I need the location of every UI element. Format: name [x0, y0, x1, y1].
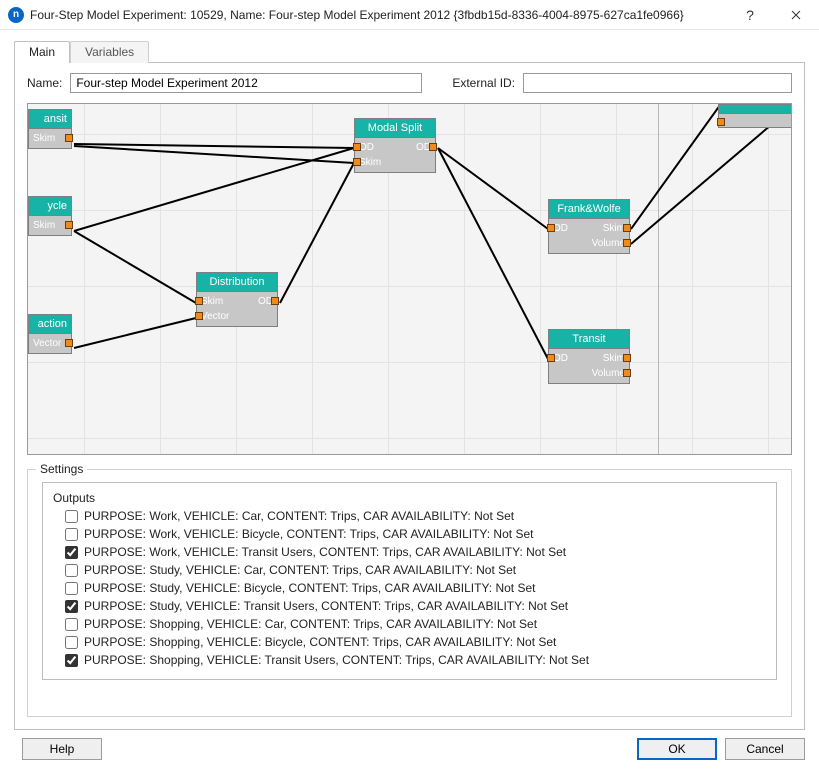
settings-legend: Settings	[36, 462, 87, 476]
node-transit-partial-title: ansit	[28, 109, 72, 129]
node-transit-title: Transit	[548, 329, 630, 349]
name-label: Name:	[27, 76, 62, 90]
node-distribution-port-skim: Skim	[201, 296, 223, 307]
node-modal-split-port-od-in: OD	[359, 142, 374, 153]
output-row: PURPOSE: Study, VEHICLE: Bicycle, CONTEN…	[53, 579, 766, 597]
output-row: PURPOSE: Work, VEHICLE: Bicycle, CONTENT…	[53, 525, 766, 543]
outputs-group: Outputs PURPOSE: Work, VEHICLE: Car, CON…	[42, 482, 777, 680]
graph-canvas[interactable]: ansit Skim ycle Skim action Vector	[27, 103, 792, 455]
output-checkbox[interactable]	[65, 600, 78, 613]
tab-variables[interactable]: Variables	[70, 41, 149, 63]
outputs-legend: Outputs	[53, 491, 766, 505]
titlebar-help-button[interactable]: ?	[727, 0, 773, 29]
node-action-partial[interactable]: action Vector	[28, 314, 72, 354]
node-top-right-partial-head	[718, 104, 792, 114]
titlebar-close-button[interactable]	[773, 0, 819, 29]
external-id-input[interactable]	[523, 73, 792, 93]
output-checkbox[interactable]	[65, 564, 78, 577]
output-row: PURPOSE: Study, VEHICLE: Transit Users, …	[53, 597, 766, 615]
node-distribution-title: Distribution	[196, 272, 278, 292]
output-row: PURPOSE: Study, VEHICLE: Car, CONTENT: T…	[53, 561, 766, 579]
output-row: PURPOSE: Shopping, VEHICLE: Car, CONTENT…	[53, 615, 766, 633]
node-modal-split-port-skim: Skim	[359, 157, 381, 168]
output-row: PURPOSE: Work, VEHICLE: Transit Users, C…	[53, 543, 766, 561]
settings-group: Settings Outputs PURPOSE: Work, VEHICLE:…	[27, 469, 792, 717]
outputs-list: PURPOSE: Work, VEHICLE: Car, CONTENT: Tr…	[53, 507, 766, 669]
app-icon: n	[8, 7, 24, 23]
output-row: PURPOSE: Work, VEHICLE: Car, CONTENT: Tr…	[53, 507, 766, 525]
node-modal-split-title: Modal Split	[354, 118, 436, 138]
output-label: PURPOSE: Shopping, VEHICLE: Car, CONTENT…	[84, 617, 537, 631]
cancel-button[interactable]: Cancel	[725, 738, 805, 760]
node-transit-partial-port: Skim	[33, 133, 55, 144]
output-checkbox[interactable]	[65, 510, 78, 523]
node-transit-port-volume: Volume	[592, 368, 625, 379]
output-row: PURPOSE: Shopping, VEHICLE: Bicycle, CON…	[53, 633, 766, 651]
output-checkbox[interactable]	[65, 528, 78, 541]
output-label: PURPOSE: Work, VEHICLE: Bicycle, CONTENT…	[84, 527, 533, 541]
node-frank-wolfe-port-od: OD	[553, 223, 568, 234]
node-frank-wolfe[interactable]: Frank&Wolfe OD Skim Volume	[548, 199, 630, 254]
output-label: PURPOSE: Work, VEHICLE: Transit Users, C…	[84, 545, 566, 559]
node-frank-wolfe-port-volume: Volume	[592, 238, 625, 249]
node-transit-port-skim: Skim	[603, 353, 625, 364]
node-transit-partial[interactable]: ansit Skim	[28, 109, 72, 149]
node-frank-wolfe-port-skim: Skim	[603, 223, 625, 234]
output-checkbox[interactable]	[65, 654, 78, 667]
output-checkbox[interactable]	[65, 546, 78, 559]
node-action-partial-title: action	[28, 314, 72, 334]
external-id-label: External ID:	[452, 76, 515, 90]
help-button[interactable]: Help	[22, 738, 102, 760]
output-checkbox[interactable]	[65, 582, 78, 595]
output-label: PURPOSE: Shopping, VEHICLE: Bicycle, CON…	[84, 635, 556, 649]
node-modal-split[interactable]: Modal Split OD OD Skim	[354, 118, 436, 173]
tab-strip: Main Variables	[14, 40, 805, 62]
name-row: Name: External ID:	[27, 73, 792, 93]
node-frank-wolfe-title: Frank&Wolfe	[548, 199, 630, 219]
tab-page-main: Name: External ID:	[14, 62, 805, 730]
output-label: PURPOSE: Work, VEHICLE: Car, CONTENT: Tr…	[84, 509, 514, 523]
dialog-footer: Help OK Cancel	[14, 738, 805, 760]
output-label: PURPOSE: Study, VEHICLE: Car, CONTENT: T…	[84, 563, 516, 577]
ok-button[interactable]: OK	[637, 738, 717, 760]
node-bicycle-partial-port: Skim	[33, 220, 55, 231]
node-distribution[interactable]: Distribution Skim OD Vector	[196, 272, 278, 327]
output-label: PURPOSE: Study, VEHICLE: Bicycle, CONTEN…	[84, 581, 535, 595]
output-label: PURPOSE: Study, VEHICLE: Transit Users, …	[84, 599, 568, 613]
window-title: Four-Step Model Experiment: 10529, Name:…	[30, 8, 727, 22]
node-bicycle-partial[interactable]: ycle Skim	[28, 196, 72, 236]
node-distribution-port-vector: Vector	[201, 311, 229, 322]
node-transit-port-od: OD	[553, 353, 568, 364]
output-checkbox[interactable]	[65, 636, 78, 649]
window-titlebar: n Four-Step Model Experiment: 10529, Nam…	[0, 0, 819, 30]
node-transit[interactable]: Transit OD Skim Volume	[548, 329, 630, 384]
node-action-partial-port: Vector	[33, 338, 61, 349]
node-top-right-partial[interactable]	[718, 104, 792, 128]
output-label: PURPOSE: Shopping, VEHICLE: Transit User…	[84, 653, 589, 667]
output-checkbox[interactable]	[65, 618, 78, 631]
node-bicycle-partial-title: ycle	[28, 196, 72, 216]
output-row: PURPOSE: Shopping, VEHICLE: Transit User…	[53, 651, 766, 669]
name-input[interactable]	[70, 73, 422, 93]
tab-main[interactable]: Main	[14, 41, 70, 63]
